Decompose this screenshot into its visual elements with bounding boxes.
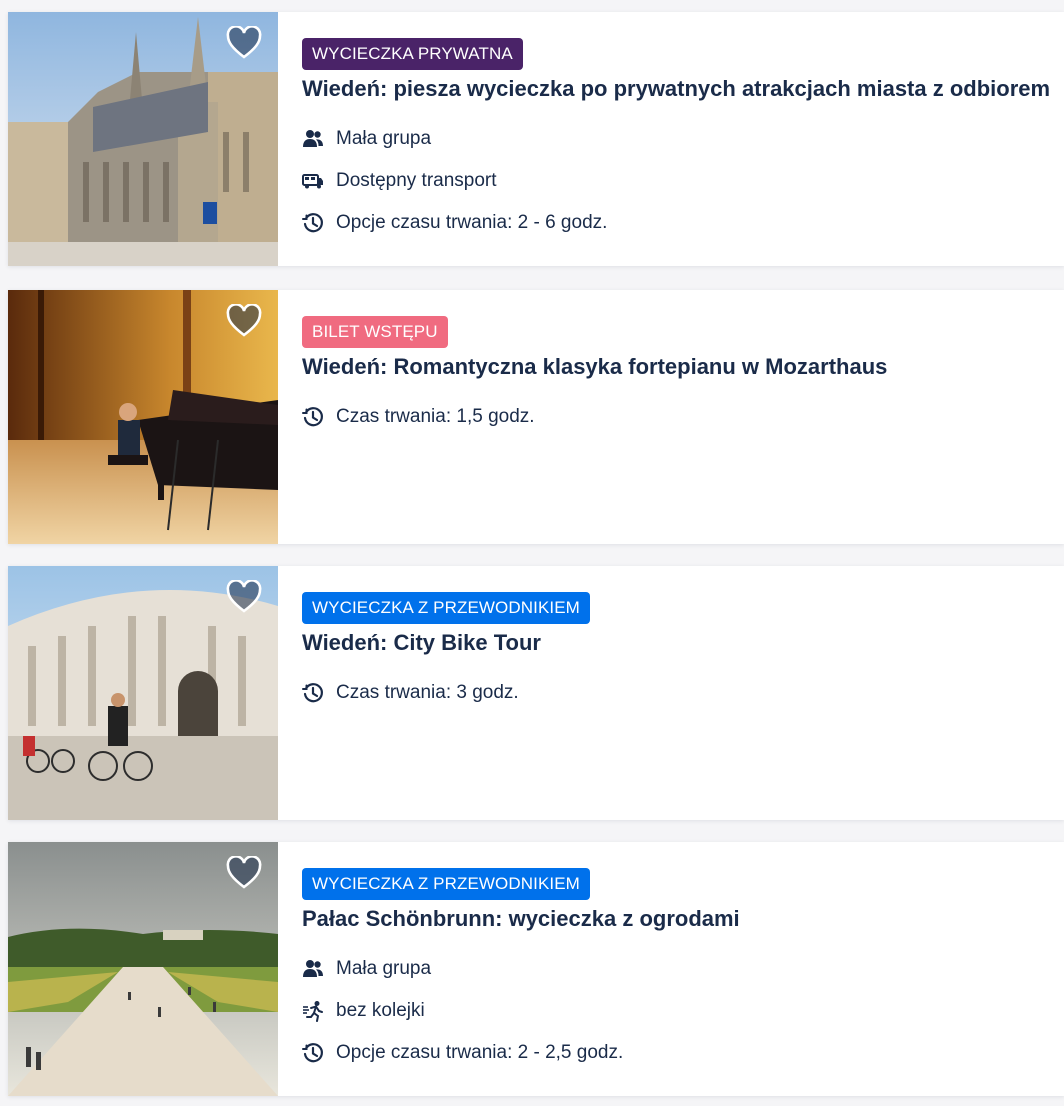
activity-badge: BILET WSTĘPU [302, 316, 448, 348]
activity-badge: WYCIECZKA Z PRZEWODNIKIEM [302, 592, 590, 624]
feature-text: Czas trwania: 1,5 godz. [336, 406, 535, 427]
feature-text: bez kolejki [336, 1000, 425, 1021]
activity-card[interactable]: WYCIECZKA Z PRZEWODNIKIEM Pałac Schönbru… [8, 842, 1064, 1096]
skip-line-icon [302, 1000, 324, 1022]
feature-text: Dostępny transport [336, 170, 497, 191]
wishlist-heart-icon[interactable] [226, 580, 262, 614]
activity-image[interactable] [8, 12, 278, 266]
clock-icon [302, 406, 324, 428]
feature-text: Opcje czasu trwania: 2 - 2,5 godz. [336, 1042, 624, 1063]
activity-image[interactable] [8, 842, 278, 1096]
activity-title[interactable]: Wiedeń: Romantyczna klasyka fortepianu w… [302, 354, 1064, 380]
feature-item: Czas trwania: 3 godz. [302, 672, 1064, 714]
feature-list: Mała grupa Dostępny transport Opcje czas… [302, 118, 1064, 244]
activity-title[interactable]: Wiedeń: City Bike Tour [302, 630, 1064, 656]
clock-icon [302, 212, 324, 234]
activity-badge: WYCIECZKA Z PRZEWODNIKIEM [302, 868, 590, 900]
wishlist-heart-icon[interactable] [226, 304, 262, 338]
clock-icon [302, 1042, 324, 1064]
activity-image[interactable] [8, 566, 278, 820]
activity-details: BILET WSTĘPU Wiedeń: Romantyczna klasyka… [302, 316, 1064, 438]
feature-text: Mała grupa [336, 958, 432, 979]
group-icon [302, 128, 324, 150]
activity-card[interactable]: WYCIECZKA PRYWATNA Wiedeń: piesza wyciec… [8, 12, 1064, 266]
clock-icon [302, 682, 324, 704]
feature-item: bez kolejki [302, 990, 1064, 1032]
feature-item: Czas trwania: 1,5 godz. [302, 396, 1064, 438]
wishlist-heart-icon[interactable] [226, 26, 262, 60]
feature-list: Mała grupa bez kolejki Opcje czasu trwan… [302, 948, 1064, 1074]
activity-details: WYCIECZKA Z PRZEWODNIKIEM Wiedeń: City B… [302, 592, 1064, 714]
wishlist-heart-icon[interactable] [226, 856, 262, 890]
activity-badge: WYCIECZKA PRYWATNA [302, 38, 523, 70]
feature-item: Mała grupa [302, 948, 1064, 990]
feature-item: Mała grupa [302, 118, 1064, 160]
activity-card[interactable]: WYCIECZKA Z PRZEWODNIKIEM Wiedeń: City B… [8, 566, 1064, 820]
activity-details: WYCIECZKA PRYWATNA Wiedeń: piesza wyciec… [302, 38, 1064, 244]
activity-title[interactable]: Pałac Schönbrunn: wycieczka z ogrodami [302, 906, 1064, 932]
feature-text: Mała grupa [336, 128, 432, 149]
feature-text: Czas trwania: 3 godz. [336, 682, 519, 703]
feature-list: Czas trwania: 3 godz. [302, 672, 1064, 714]
feature-list: Czas trwania: 1,5 godz. [302, 396, 1064, 438]
feature-item: Dostępny transport [302, 160, 1064, 202]
activity-card[interactable]: BILET WSTĘPU Wiedeń: Romantyczna klasyka… [8, 290, 1064, 544]
group-icon [302, 958, 324, 980]
bus-icon [302, 170, 324, 192]
feature-text: Opcje czasu trwania: 2 - 6 godz. [336, 212, 608, 233]
activity-title[interactable]: Wiedeń: piesza wycieczka po prywatnych a… [302, 76, 1064, 102]
activity-details: WYCIECZKA Z PRZEWODNIKIEM Pałac Schönbru… [302, 868, 1064, 1074]
activity-image[interactable] [8, 290, 278, 544]
feature-item: Opcje czasu trwania: 2 - 6 godz. [302, 202, 1064, 244]
feature-item: Opcje czasu trwania: 2 - 2,5 godz. [302, 1032, 1064, 1074]
